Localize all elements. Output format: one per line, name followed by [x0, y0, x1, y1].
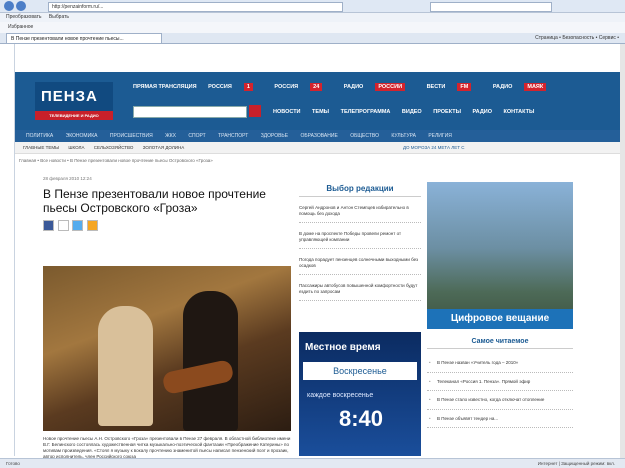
channel-badge: РОССИИ	[375, 83, 406, 91]
back-button-icon[interactable]	[4, 1, 14, 11]
browser-search-field[interactable]	[430, 2, 552, 12]
promo-schedule: каждое воскресенье	[307, 392, 374, 399]
digital-broadcast-banner[interactable]: Цифровое вещание	[427, 182, 573, 329]
editors-item[interactable]: Сергей Андронов и Антон Стемпцев избират…	[299, 205, 421, 223]
photo-person-man	[183, 291, 238, 431]
most-read-title: Самое читаемое	[427, 338, 573, 349]
top-menu-item[interactable]: ТЕМЫ	[312, 109, 329, 115]
site-search-input[interactable]	[133, 106, 247, 118]
category-link[interactable]: ТРАНСПОРТ	[218, 133, 248, 139]
weather-info: ДО МОРОЗА 24 МЕТА ЛЕТ С	[403, 145, 465, 150]
promo-day: Воскресенье	[303, 362, 417, 380]
vertical-scrollbar[interactable]	[620, 44, 625, 458]
channel-badge: 24	[310, 83, 323, 91]
category-link[interactable]: СПОРТ	[188, 133, 205, 139]
channel-badge: FM	[457, 83, 472, 91]
category-link[interactable]: ЖКХ	[165, 133, 176, 139]
category-menu: ПОЛИТИКА ЭКОНОМИКА ПРОИСШЕСТВИЯ ЖКХ СПОР…	[15, 130, 621, 142]
site-search-button[interactable]	[249, 105, 261, 117]
editors-item[interactable]: В доме на проспекте Победы провели ремон…	[299, 231, 421, 249]
browser-title-bar: http://penzainform.ru/...	[0, 0, 625, 13]
sub-menu-link[interactable]: СЕЛЬХОЗЯЙСТВО	[94, 145, 134, 150]
channel-link[interactable]: РОССИЯ 1	[208, 83, 263, 91]
address-bar[interactable]: http://penzainform.ru/...	[48, 2, 343, 12]
logo-subtitle: ТЕЛЕВИДЕНИЕ И РАДИО	[35, 111, 113, 120]
top-menu-item[interactable]: ПРОЕКТЫ	[433, 109, 461, 115]
channel-link[interactable]: ВЕСТИ FM	[426, 83, 482, 91]
article-header: 28 февраля 2010 12:24 В Пензе презентова…	[43, 176, 291, 231]
top-menu-item[interactable]: РАДИО	[473, 109, 493, 115]
article-date: 28 февраля 2010 12:24	[43, 176, 92, 181]
channel-name: ВЕСТИ	[426, 84, 446, 90]
channel-name: РАДИО	[343, 84, 364, 90]
most-read-item[interactable]: В Пензе стало известно, когда отключат о…	[427, 391, 573, 410]
twitter-icon[interactable]	[72, 220, 84, 231]
top-menu-item[interactable]: НОВОСТИ	[273, 109, 301, 115]
logo-text: ПЕНЗА	[41, 88, 98, 105]
facebook-icon[interactable]	[43, 220, 54, 231]
promo-time: 8:40	[339, 406, 384, 431]
favorites-button[interactable]: Избранное	[8, 22, 33, 33]
channel-link[interactable]: РАДИО МАЯК	[492, 83, 556, 91]
editors-choice-title: Выбор редакции	[299, 184, 421, 197]
browser-tools[interactable]: Страница • Безопасность • Сервис •	[535, 33, 619, 43]
editors-choice: Выбор редакции Сергей Андронов и Антон С…	[299, 184, 421, 301]
photo-person-woman	[98, 306, 153, 426]
web-page: ПЕНЗА ТЕЛЕВИДЕНИЕ И РАДИО ПРЯМАЯ ТРАНСЛЯ…	[14, 44, 621, 459]
channel-name: РОССИЯ	[274, 84, 299, 90]
breadcrumb[interactable]: Главная • Все новости • В Пензе презенто…	[19, 158, 213, 163]
sub-menu-link[interactable]: ЗОЛОТАЯ ДОЛИНА	[143, 145, 185, 150]
editors-item[interactable]: Пассажиры автобусов повышенной комфортно…	[299, 283, 421, 301]
channel-link[interactable]: РОССИЯ 24	[274, 83, 332, 91]
category-link[interactable]: ПОЛИТИКА	[26, 133, 53, 139]
category-link[interactable]: ЭКОНОМИКА	[66, 133, 98, 139]
channel-name: РАДИО	[492, 84, 513, 90]
channel-links: ПРЯМАЯ ТРАНСЛЯЦИЯ РОССИЯ 1 РОССИЯ 24 РАДИО…	[133, 83, 566, 97]
category-link[interactable]: ОБРАЗОВАНИЕ	[300, 133, 337, 139]
most-read-item[interactable]: Телеканал «Россия 1. Пенза». Прямой эфир	[427, 373, 573, 391]
local-time-promo[interactable]: Местное время Воскресенье каждое воскрес…	[299, 332, 421, 456]
forward-button-icon[interactable]	[16, 1, 26, 11]
sub-menu: ГЛАВНЫЕ ТЕМЫ ШКОЛА СЕЛЬХОЗЯЙСТВО ЗОЛОТАЯ…	[15, 142, 621, 154]
article-text: Новое прочтение пьесы А.Н. Островского «…	[43, 436, 291, 459]
most-read-list: В Пензе назван «Учитель года – 2010» Тел…	[427, 354, 573, 428]
site-header: ПЕНЗА ТЕЛЕВИДЕНИЕ И РАДИО ПРЯМАЯ ТРАНСЛЯ…	[15, 72, 621, 130]
most-read-item[interactable]: В Пензе назван «Учитель года – 2010»	[427, 354, 573, 373]
category-link[interactable]: ПРОИСШЕСТВИЯ	[110, 133, 153, 139]
category-link[interactable]: ЗДОРОВЬЕ	[261, 133, 288, 139]
category-link[interactable]: КУЛЬТУРА	[391, 133, 416, 139]
channel-badge: 1	[243, 83, 253, 91]
digital-broadcast-label: Цифровое вещание	[427, 309, 573, 329]
article-photo	[43, 266, 291, 431]
promo-title: Местное время	[305, 342, 381, 353]
live-link[interactable]: ПРЯМАЯ ТРАНСЛЯЦИЯ	[133, 84, 197, 90]
browser-tab-strip: В Пензе презентовали новое прочтение пье…	[0, 33, 625, 44]
menu-convert[interactable]: Преобразовать	[6, 14, 42, 20]
most-read-item[interactable]: В Пензе объявят тендер на...	[427, 410, 573, 428]
sub-menu-link[interactable]: ГЛАВНЫЕ ТЕМЫ	[23, 145, 59, 150]
top-menu-item[interactable]: КОНТАКТЫ	[504, 109, 535, 115]
site-logo[interactable]: ПЕНЗА ТЕЛЕВИДЕНИЕ И РАДИО	[35, 82, 113, 120]
category-link[interactable]: РЕЛИГИЯ	[428, 133, 451, 139]
browser-nav-buttons[interactable]	[4, 1, 42, 11]
top-menu: НОВОСТИ ТЕМЫ ТЕЛЕПРОГРАММА ВИДЕО ПРОЕКТЫ…	[273, 109, 544, 115]
article-title: В Пензе презентовали новое прочтение пье…	[43, 187, 266, 215]
odnoklassniki-icon[interactable]	[87, 220, 99, 231]
top-menu-item[interactable]: ТЕЛЕПРОГРАММА	[341, 109, 391, 115]
menu-select[interactable]: Выбрать	[49, 14, 69, 20]
share-icon[interactable]	[57, 220, 69, 231]
category-link[interactable]: ОБЩЕСТВО	[350, 133, 379, 139]
browser-command-bar: Преобразовать Выбрать	[0, 13, 625, 22]
top-menu-item[interactable]: ВИДЕО	[402, 109, 422, 115]
channel-link[interactable]: РАДИО РОССИИ	[343, 83, 415, 91]
sub-menu-link[interactable]: ШКОЛА	[68, 145, 84, 150]
browser-tab[interactable]: В Пензе презентовали новое прочтение пье…	[6, 33, 162, 43]
channel-name: РОССИЯ	[208, 84, 232, 90]
share-buttons	[43, 220, 291, 231]
editors-item[interactable]: Погода порадует пензенцев солнечными вых…	[299, 257, 421, 275]
channel-badge: МАЯК	[524, 83, 547, 91]
